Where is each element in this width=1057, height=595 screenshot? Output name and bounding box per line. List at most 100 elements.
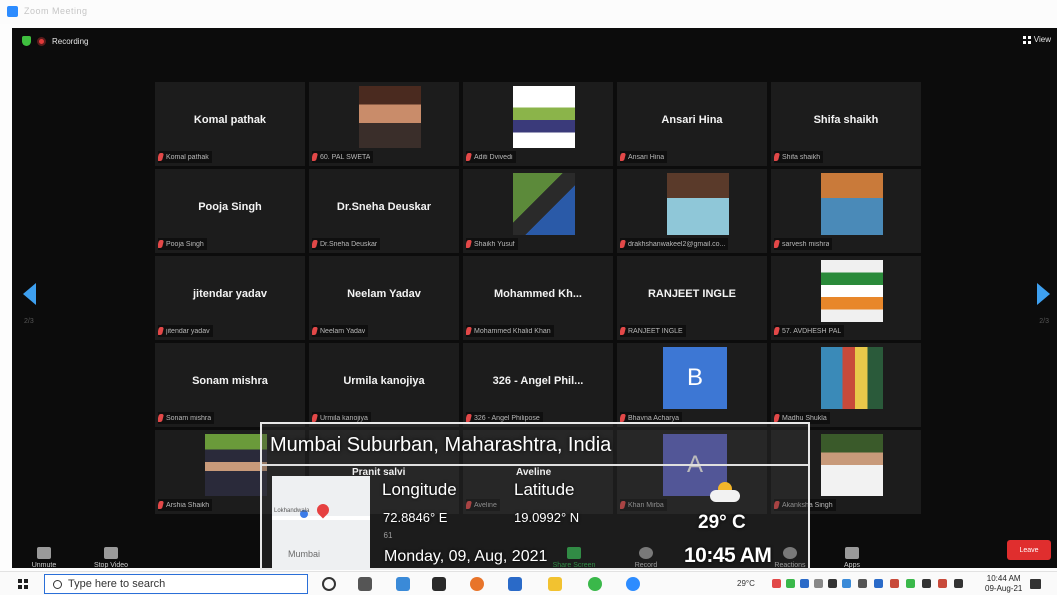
participant-tile[interactable]: sarvesh mishra [771,169,921,253]
participant-label: jitendar yadav [158,325,213,337]
mic-muted-icon [774,414,780,422]
mic-muted-icon [620,240,626,248]
participant-tile[interactable]: Komal pathak Komal pathak [155,82,305,166]
participant-tile[interactable]: Madhu Shukla [771,343,921,427]
mic-muted-icon [466,327,472,335]
participant-label: 57. AVDHESH PAL [774,325,845,337]
time-value: 10:45 AM [684,544,772,567]
mic-muted-icon [466,414,472,422]
windows-start-icon[interactable] [18,579,28,589]
taskbar-search[interactable] [44,574,308,594]
participant-tile[interactable]: Neelam Yadav Neelam Yadav [309,256,459,340]
zoom-taskbar-icon[interactable] [626,577,640,591]
participant-tile[interactable]: Urmila kanojiya Urmila kanojiya [309,343,459,427]
participant-tile[interactable]: 60. PAL SWETA [309,82,459,166]
participant-tile[interactable]: 326 - Angel Phil... 326 - Angel Philipos… [463,343,613,427]
participant-label: Pooja Singh [158,238,207,250]
mail-icon[interactable] [508,577,522,591]
participant-tile[interactable]: Ansari Hina Ansari Hina [617,82,767,166]
unmute-button[interactable]: Unmute [24,547,64,569]
record-dot-icon [37,36,46,46]
volume-icon[interactable] [954,579,963,588]
view-button[interactable]: View [1022,35,1051,44]
tray-app-icon[interactable] [874,579,883,588]
taskbar-clock[interactable]: 10:44 AM 09-Aug-21 [985,574,1022,594]
overlay-divider [262,464,808,466]
participant-tile[interactable]: Sonam mishra Sonam mishra [155,343,305,427]
participant-label: 60. PAL SWETA [312,151,374,163]
participant-tile[interactable]: B Bhavna Acharya [617,343,767,427]
network-icon[interactable] [858,579,867,588]
participant-label-text: Sonam mishra [166,414,212,422]
edge-icon[interactable] [396,577,410,591]
task-view-icon[interactable] [358,577,372,591]
participant-tile[interactable]: 57. AVDHESH PAL [771,256,921,340]
screenshot: Zoom Meeting Recording View 2/3 2/3 Koma… [0,0,1057,595]
participant-name: Dr.Sneha Deuskar [336,201,432,213]
participant-name: Mohammed Kh... [493,288,582,300]
next-page-button[interactable] [1037,283,1051,305]
mic-muted-icon [158,240,164,248]
chrome-icon[interactable] [588,577,602,591]
mic-muted-icon [312,327,318,335]
participant-label-text: drakhshanwakeel2@gmail.co... [628,240,726,248]
participant-label-text: Mohammed Khalid Khan [474,327,551,335]
participant-label-text: Urmila kanojiya [320,414,368,422]
participant-label: sarvesh mishra [774,238,833,250]
participant-name-aveline: Aveline [516,467,552,478]
tray-app-icon[interactable] [828,579,837,588]
video-camera-icon [104,547,118,559]
map-thumbnail: Lokhandwala Mumbai [272,476,370,570]
tray-app-icon[interactable] [772,579,781,588]
recording-indicator: Recording [22,34,88,48]
window-title: Zoom Meeting [24,6,88,16]
store-icon[interactable] [432,577,446,591]
tray-app-icon[interactable] [906,579,915,588]
notifications-icon[interactable] [1030,579,1041,589]
participant-label: Neelam Yadav [312,325,369,337]
participant-label: Komal pathak [158,151,212,163]
tray-app-icon[interactable] [814,579,823,588]
participant-tile[interactable]: Pooja Singh Pooja Singh [155,169,305,253]
participant-label-text: Arshia Shaikh [166,501,210,509]
search-input[interactable] [68,578,298,590]
tray-weather[interactable]: 29°C [737,579,755,588]
cortana-icon[interactable] [322,577,336,591]
tray-app-icon[interactable] [842,579,851,588]
latitude-value: 19.0992° N [514,510,580,525]
firefox-icon[interactable] [470,577,484,591]
tray-app-icon[interactable] [890,579,899,588]
previous-page-button[interactable] [23,283,37,305]
participant-video [205,434,267,496]
view-label: View [1033,35,1051,44]
participant-tile[interactable]: Dr.Sneha Deuskar Dr.Sneha Deuskar [309,169,459,253]
tray-app-icon[interactable] [938,579,947,588]
mic-muted-icon [774,327,780,335]
participant-video [821,347,883,409]
tray-app-icon[interactable] [800,579,809,588]
participant-label-text: 326 - Angel Philipose [474,414,540,422]
participant-label: Dr.Sneha Deuskar [312,238,381,250]
participant-tile[interactable]: drakhshanwakeel2@gmail.co... [617,169,767,253]
longitude-value: 72.8846° E [383,510,448,525]
participant-tile[interactable]: jitendar yadav jitendar yadav [155,256,305,340]
tray-app-icon[interactable] [786,579,795,588]
file-explorer-icon[interactable] [548,577,562,591]
participant-video [513,86,575,148]
participant-name: 326 - Angel Phil... [492,375,584,387]
participant-tile[interactable]: Shaikh Yusuf [463,169,613,253]
participant-tile[interactable]: Aditi Dvivedi [463,82,613,166]
participant-label-text: Pooja Singh [166,240,204,248]
participant-tile[interactable]: RANJEET INGLE RANJEET INGLE [617,256,767,340]
battery-icon[interactable] [922,579,931,588]
participant-tile[interactable]: Mohammed Kh... Mohammed Khalid Khan [463,256,613,340]
participant-name: Neelam Yadav [347,288,421,300]
leave-button[interactable]: Leave [1007,540,1051,560]
participant-label: drakhshanwakeel2@gmail.co... [620,238,729,250]
stop-video-button[interactable]: Stop Video [86,547,136,569]
apps-button[interactable]: Apps [832,547,872,569]
participant-label-text: 57. AVDHESH PAL [782,327,842,335]
mic-muted-icon [774,153,780,161]
page-indicator-right: 2/3 [1039,318,1049,325]
participant-tile[interactable]: Shifa shaikh Shifa shaikh [771,82,921,166]
